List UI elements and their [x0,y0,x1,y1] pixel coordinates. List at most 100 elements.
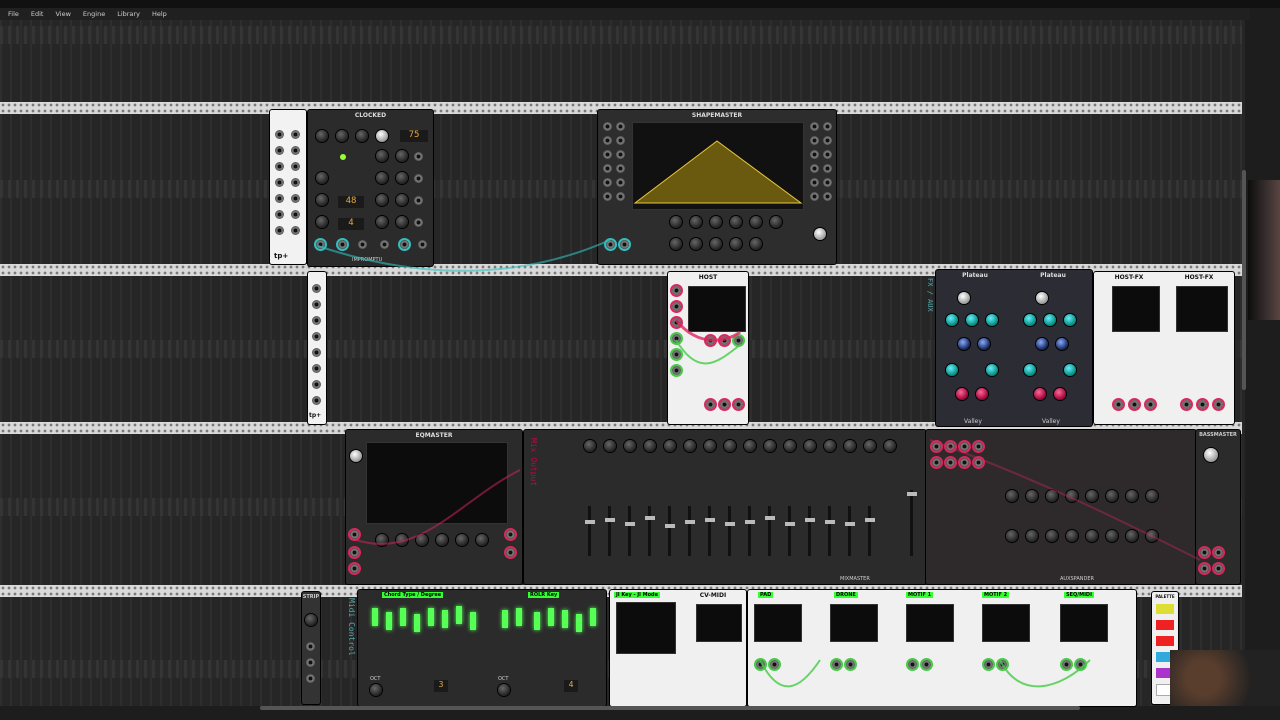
fader-handle[interactable] [705,518,715,522]
knob[interactable] [764,440,776,452]
fader-handle[interactable] [725,522,735,526]
jack-socket[interactable] [350,548,359,557]
shapemaster-module[interactable]: SHAPEMASTER [598,110,836,264]
jack-socket[interactable] [312,348,321,357]
knob[interactable] [684,440,696,452]
jack-socket[interactable] [418,240,427,249]
fader-handle[interactable] [845,522,855,526]
knob[interactable] [1086,490,1098,502]
pw-knob[interactable] [396,150,408,162]
knob[interactable] [456,534,468,546]
jack-socket[interactable] [810,192,819,201]
key-fader[interactable] [562,610,568,628]
knob[interactable] [724,440,736,452]
host-fx-pair[interactable]: HOST-FX HOST-FX [1094,272,1234,424]
jack-socket[interactable] [414,218,423,227]
knob[interactable] [1034,388,1046,400]
knob[interactable] [976,388,988,400]
fader-handle[interactable] [625,522,635,526]
jack-socket[interactable] [1200,564,1209,573]
jack-socket[interactable] [603,192,612,201]
knob[interactable] [804,440,816,452]
jack-socket[interactable] [506,530,515,539]
knob[interactable] [1106,530,1118,542]
knob[interactable] [1006,490,1018,502]
ratio-knob[interactable] [316,216,328,228]
jack-socket[interactable] [1146,400,1155,409]
key-fader[interactable] [516,608,522,626]
fader-handle[interactable] [865,518,875,522]
horizontal-scrollbar[interactable] [260,706,1080,710]
swing-knob[interactable] [376,216,388,228]
jack-socket[interactable] [291,146,300,155]
knob[interactable] [704,440,716,452]
eq-spectrum-display[interactable] [366,442,508,524]
reset-knob[interactable] [316,130,328,142]
knob[interactable] [670,216,682,228]
jack-socket[interactable] [984,660,993,669]
jack-socket[interactable] [672,366,681,375]
jack-socket[interactable] [946,442,955,451]
swing-knob[interactable] [316,172,328,184]
knob[interactable] [1054,388,1066,400]
menu-view[interactable]: View [55,10,70,18]
knob[interactable] [670,238,682,250]
eqmaster-module[interactable]: EQMASTER [346,430,522,584]
host-plugin-display[interactable] [688,286,746,332]
palette-red-swatch[interactable] [1156,620,1174,630]
knob[interactable] [584,440,596,452]
knob[interactable] [1026,490,1038,502]
jack-socket[interactable] [672,334,681,343]
knob[interactable] [956,388,968,400]
pw-knob[interactable] [396,172,408,184]
fader-handle[interactable] [685,520,695,524]
jack-socket[interactable] [922,660,931,669]
jack-socket[interactable] [810,150,819,159]
jack-socket[interactable] [291,210,300,219]
jack-socket[interactable] [400,240,409,249]
jack-socket[interactable] [1214,564,1223,573]
knob[interactable] [1024,364,1036,376]
jack-socket[interactable] [998,660,1007,669]
jack-socket[interactable] [616,136,625,145]
knob[interactable] [824,440,836,452]
fader-handle[interactable] [585,520,595,524]
jack-socket[interactable] [275,226,284,235]
plateau-reverb-pair[interactable]: Plateau Plateau Valley Valley [936,270,1092,426]
knob[interactable] [1126,490,1138,502]
jack-socket[interactable] [1200,548,1209,557]
jack-socket[interactable] [672,350,681,359]
jack-socket[interactable] [946,458,955,467]
jack-socket[interactable] [720,336,729,345]
knob[interactable] [436,534,448,546]
knob[interactable] [750,238,762,250]
jack-socket[interactable] [312,332,321,341]
knob[interactable] [1056,338,1068,350]
jack-socket[interactable] [506,548,515,557]
knob[interactable] [690,216,702,228]
jack-socket[interactable] [616,192,625,201]
key-fader[interactable] [428,608,434,626]
jack-socket[interactable] [414,174,423,183]
ratio-knob[interactable] [316,194,328,206]
knob[interactable] [1036,338,1048,350]
jack-socket[interactable] [616,164,625,173]
knob[interactable] [978,338,990,350]
knob[interactable] [1146,490,1158,502]
key-fader[interactable] [414,614,420,632]
jack-socket[interactable] [932,442,941,451]
knob[interactable] [1046,490,1058,502]
knob[interactable] [1066,530,1078,542]
jack-socket[interactable] [823,122,832,131]
knob[interactable] [710,216,722,228]
swing-knob[interactable] [376,150,388,162]
jack-socket[interactable] [1214,548,1223,557]
mixmaster-module[interactable]: Mix Output MIXMASTER [524,430,926,584]
jack-socket[interactable] [603,164,612,173]
jack-socket[interactable] [672,318,681,327]
jack-socket[interactable] [312,396,321,405]
key-fader[interactable] [590,608,596,626]
key-fader[interactable] [502,610,508,628]
jack-socket[interactable] [414,196,423,205]
midi-device-display[interactable] [696,604,742,642]
